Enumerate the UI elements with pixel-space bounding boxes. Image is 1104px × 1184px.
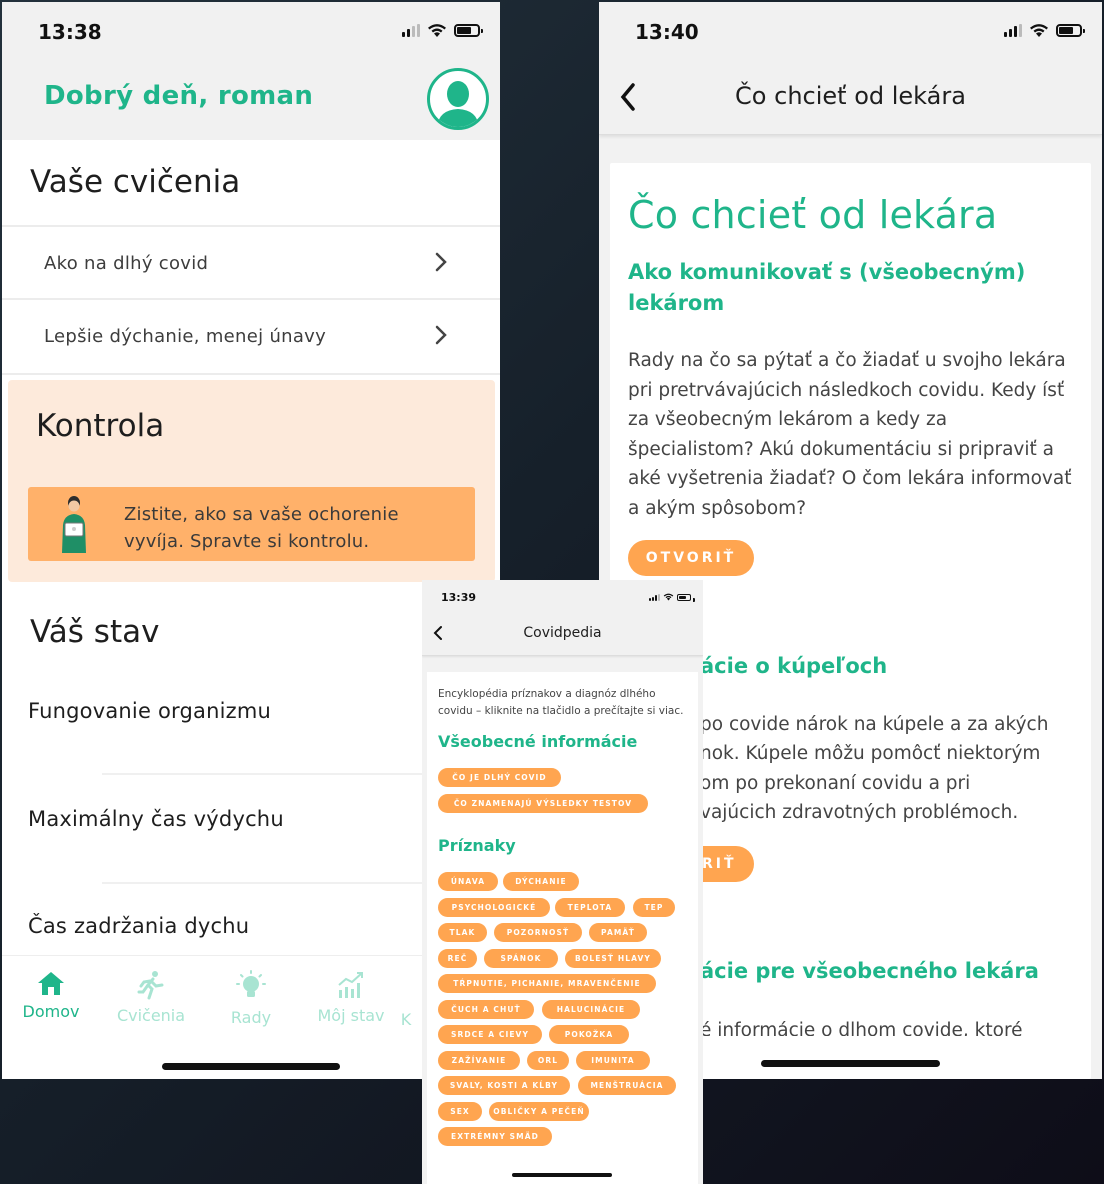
kontrola-title: Kontrola (36, 408, 165, 444)
covidpedia-screen: 13:39 Covidpedia Encyklopédia príznakov … (422, 580, 703, 1184)
signal-icon (402, 24, 420, 37)
home-indicator (761, 1060, 940, 1067)
exercise-label: Lepšie dýchanie, menej únavy (44, 326, 327, 347)
intro-text: Encyklopédia príznakov a diagnóz dlhého … (438, 688, 684, 717)
section-title: ácie o kúpeľoch (700, 654, 888, 678)
tag-button[interactable]: REČ (438, 948, 477, 968)
kontrola-banner[interactable]: Zistite, ako sa vaše ochorenie vyvíja. S… (28, 487, 475, 561)
status-indicators (649, 593, 695, 602)
tag-button[interactable]: IMUNITA (576, 1050, 650, 1070)
tag-button[interactable]: ORL (527, 1050, 569, 1070)
home-icon (38, 972, 64, 995)
tag-button[interactable]: ČO JE DLHÝ COVID (438, 768, 561, 787)
tab-exercises[interactable]: Cvičenia (106, 970, 196, 1025)
tag-button[interactable]: SPÁNOK (484, 948, 558, 968)
tag-button[interactable]: EXTRÉMNY SMÄD (438, 1127, 552, 1146)
nav-title: Covidpedia (523, 625, 602, 641)
tab-label: Domov (22, 1002, 80, 1021)
tag-button[interactable]: SEX (438, 1101, 482, 1121)
tag-button[interactable]: TEPLOTA (555, 897, 625, 917)
status-item-organism[interactable]: Fungovanie organizmu (28, 699, 271, 723)
status-bar: 13:40 (599, 2, 1102, 60)
wifi-icon (1030, 24, 1048, 37)
tab-tips[interactable]: Rady (206, 970, 296, 1027)
profile-avatar-button[interactable] (427, 68, 489, 130)
section-text-line: om po prekonaní covidu a pri (700, 773, 971, 794)
section-text: é informácie o dlhom covide, ktoré (700, 1020, 1023, 1036)
section-title: Ako komunikovať s (všeobecným) lekárom (628, 260, 1026, 315)
status-bar: 13:38 (2, 2, 500, 60)
tag-button[interactable]: SRDCE A CIEVY (438, 1025, 542, 1044)
running-icon (137, 971, 164, 1000)
covidpedia-card: Encyklopédia príznakov a diagnóz dlhého … (427, 672, 698, 1184)
home-indicator (512, 1173, 612, 1177)
exercise-label: Ako na dlhý covid (44, 253, 209, 274)
tag-button[interactable]: POKOŽKA (549, 1025, 629, 1044)
section-title: ácie pre všeobecného lekára (700, 959, 1039, 983)
symptoms-title: Príznaky (438, 836, 516, 855)
battery-icon (1056, 24, 1085, 37)
signal-icon (649, 593, 660, 601)
status-item-exhale-time[interactable]: Maximálny čas výdychu (28, 807, 284, 831)
kontrola-banner-text: Zistite, ako sa vaše ochorenie vyvíja. S… (124, 504, 399, 552)
status-time: 13:38 (38, 20, 102, 44)
exercises-title: Vaše cvičenia (30, 164, 241, 200)
tag-button[interactable]: TLAK (438, 923, 487, 942)
tag-button[interactable]: OBLIČKY A PEČEŇ (489, 1101, 589, 1121)
section-text-line: nok. Kúpele môžu pomôcť niektorým (700, 743, 1041, 764)
nav-title: Čo chcieť od lekára (735, 82, 966, 110)
general-info-title: Všeobecné informácie (438, 732, 638, 751)
person-with-laptop-icon (62, 496, 86, 553)
status-item-breath-hold[interactable]: Čas zadržania dychu (28, 914, 249, 938)
tab-home[interactable]: Domov (6, 970, 96, 1021)
status-time: 13:40 (635, 20, 699, 44)
user-icon (437, 81, 479, 127)
battery-icon (454, 24, 483, 37)
battery-icon (677, 593, 695, 602)
tab-label: Cvičenia (116, 1006, 186, 1025)
greeting-text: Dobrý deň, roman (44, 81, 314, 111)
article-heading: Čo chcieť od lekára (628, 193, 998, 237)
tag-button[interactable]: SVALY, KOSTI A KĹBY (438, 1076, 570, 1095)
signal-icon (1004, 24, 1022, 37)
open-button[interactable]: OTVORIŤ (628, 540, 754, 576)
home-header: 13:38 Dobrý deň, roman (2, 2, 500, 140)
tab-label: Rady (230, 1008, 272, 1027)
home-indicator (162, 1063, 340, 1070)
chevron-right-icon (435, 252, 447, 272)
section-text-line: po covide nárok na kúpele a za akých (700, 714, 1049, 735)
covidpedia-header: 13:39 Covidpedia (422, 580, 703, 656)
status-indicators (1004, 23, 1085, 38)
article-header: 13:40 Čo chcieť od lekára (599, 2, 1102, 135)
tag-button[interactable]: POZORNOSŤ (494, 923, 582, 942)
exercise-item[interactable]: Ako na dlhý covid (2, 225, 500, 300)
tag-button[interactable]: HALUCINÁCIE (542, 999, 640, 1019)
wifi-icon (428, 24, 446, 37)
tag-button[interactable]: ZAŽÍVANIE (438, 1050, 520, 1070)
tag-button[interactable]: TŔPNUTIE, PICHANIE, MRAVENČENIE (438, 974, 656, 993)
tag-button[interactable]: MENŠTRUÁCIA (578, 1076, 676, 1095)
status-indicators (402, 23, 483, 38)
tag-button[interactable]: TEP (633, 897, 675, 917)
status-time: 13:39 (441, 591, 477, 604)
chart-icon (338, 972, 363, 998)
tag-button[interactable]: PAMÄŤ (589, 923, 647, 942)
tag-button[interactable]: ČUCH A CHUŤ (438, 999, 534, 1019)
chevron-right-icon (435, 325, 447, 345)
status-title: Váš stav (30, 614, 160, 650)
section-text: Rady na čo sa pýtať a čo žiadať u svojho… (628, 350, 1072, 519)
section-text-line: vajúcich zdravotných problémoch. (700, 802, 1019, 823)
exercise-item[interactable]: Lepšie dýchanie, menej únavy (2, 300, 500, 375)
wifi-icon (663, 593, 674, 601)
lightbulb-icon (236, 970, 266, 997)
back-arrow-icon[interactable] (433, 625, 443, 641)
back-arrow-icon[interactable] (619, 82, 637, 112)
tag-button[interactable]: PSYCHOLOGICKÉ (438, 897, 550, 917)
tag-button[interactable]: ÚNAVA (438, 872, 498, 891)
kontrola-section: Kontrola Zistite, ako sa vaše ochorenie … (8, 380, 495, 582)
tag-button[interactable]: ČO ZNAMENAJÚ VÝSLEDKY TESTOV (438, 794, 648, 813)
tag-button[interactable]: DÝCHANIE (503, 872, 579, 891)
tag-button[interactable]: BOLESŤ HLAVY (565, 948, 661, 968)
